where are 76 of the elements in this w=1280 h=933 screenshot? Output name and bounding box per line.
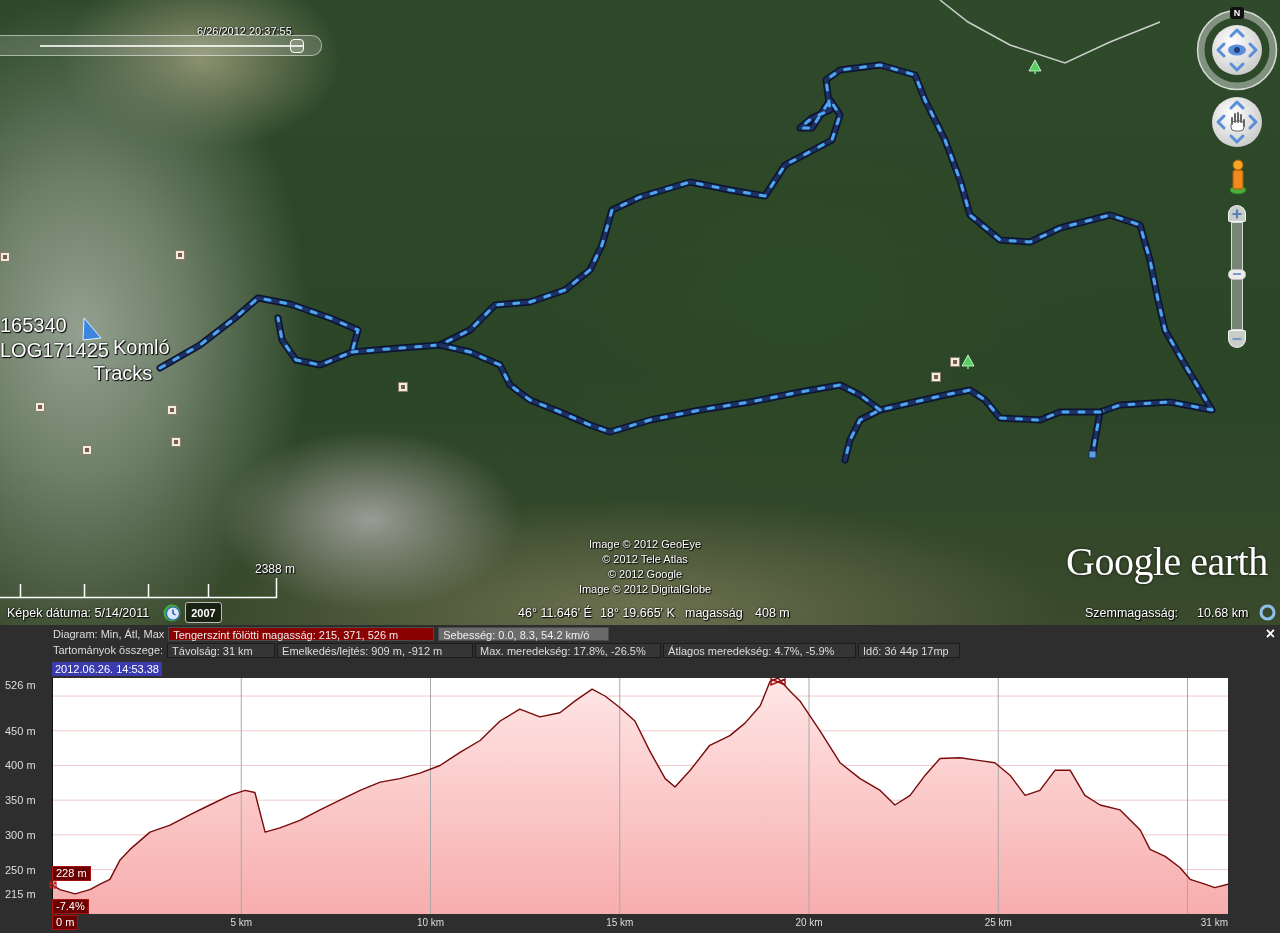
place-marker-icon bbox=[171, 437, 181, 447]
street-view-person-icon[interactable] bbox=[1229, 159, 1247, 195]
summary-value: Max. meredekség: 17.8%, -26.5% bbox=[475, 643, 662, 658]
place-marker-icon bbox=[931, 372, 941, 382]
zoom-out-button[interactable] bbox=[1228, 330, 1246, 348]
summary-value: Emelkedés/lejtés: 909 m, -912 m bbox=[277, 643, 474, 658]
summary-value: Idő: 3ó 44p 17mp bbox=[858, 643, 961, 658]
cursor-elevation-readout: 228 m bbox=[52, 866, 91, 881]
map-label: Komló bbox=[113, 336, 170, 358]
google-earth-logo: Google earth bbox=[1066, 540, 1268, 584]
cursor-timestamp: 2012.06.26. 14:53.38 bbox=[52, 662, 162, 676]
axis-label: 25 km bbox=[984, 916, 1012, 929]
map-label: 165340 bbox=[0, 314, 67, 336]
ring-icon bbox=[1259, 604, 1276, 621]
tree-icon bbox=[961, 354, 975, 369]
place-marker-icon bbox=[175, 250, 185, 260]
north-label: N bbox=[1230, 7, 1244, 19]
eye-altitude-value: 10.68 km bbox=[1197, 605, 1249, 621]
axis-label: 400 m bbox=[5, 758, 36, 773]
time-slider-track[interactable] bbox=[0, 35, 322, 56]
copyright-text: Image © 2012 DigitalGlobe bbox=[578, 582, 712, 597]
cursor-marker-icon bbox=[49, 880, 57, 889]
axis-label: 350 m bbox=[5, 793, 36, 808]
max-marker-icon bbox=[769, 678, 786, 686]
summary-value: Távolság: 31 km bbox=[167, 643, 276, 658]
place-marker-icon bbox=[0, 252, 10, 262]
historical-year-button[interactable]: 2007 bbox=[185, 602, 222, 623]
totals-label: Tartományok összege: bbox=[53, 643, 164, 658]
axis-label: 526 m bbox=[5, 678, 36, 692]
copyright-text: © 2012 Tele Atlas bbox=[602, 552, 688, 567]
copyright-text: © 2012 Google bbox=[607, 567, 683, 582]
cursor-slope-readout: -7.4% bbox=[52, 899, 89, 914]
copyright-text: Image © 2012 GeoEye bbox=[588, 537, 702, 552]
zoom-slider-thumb[interactable] bbox=[1228, 268, 1246, 280]
plus-icon bbox=[1232, 208, 1242, 219]
latitude-text: 46° 11.646' É bbox=[518, 605, 592, 621]
time-slider-thumb[interactable] bbox=[290, 39, 304, 53]
imagery-date-text: Képek dátuma: 5/14/2011 bbox=[7, 605, 150, 621]
axis-label: 20 km bbox=[795, 916, 823, 929]
minus-icon bbox=[1232, 337, 1242, 341]
clock-icon[interactable] bbox=[163, 604, 181, 622]
compass-ring-icon[interactable] bbox=[1196, 9, 1278, 91]
triangle-marker-icon bbox=[82, 317, 102, 341]
elevation-value: 408 m bbox=[755, 605, 790, 621]
zoom-slider-track[interactable] bbox=[1231, 222, 1243, 330]
axis-label: 450 m bbox=[5, 723, 36, 738]
track-end-marker-icon bbox=[1088, 450, 1097, 459]
map-label: LOG171425 bbox=[0, 339, 109, 361]
place-marker-icon bbox=[398, 382, 408, 392]
axis-label: 300 m bbox=[5, 827, 36, 842]
place-marker-icon bbox=[35, 402, 45, 412]
scale-label: 2388 m bbox=[255, 562, 296, 576]
axis-label: 31 km bbox=[1200, 916, 1228, 929]
metric-selector[interactable]: Sebesség: 0.0, 8.3, 54.2 km/ó bbox=[438, 627, 610, 641]
longitude-text: 18° 19.665' K bbox=[600, 605, 675, 621]
diagram-label: Diagram: Min, Átl, Max bbox=[53, 627, 165, 641]
map-label: Tracks bbox=[93, 362, 153, 384]
axis-label: 15 km bbox=[606, 916, 634, 929]
metric-selector[interactable]: Tengerszint fölötti magasság: 215, 371, 526 m bbox=[168, 627, 435, 641]
summary-value: Átlagos meredekség: 4.7%, -5.9% bbox=[663, 643, 857, 658]
eye-altitude-label: Szemmagasság: bbox=[1085, 605, 1179, 621]
move-joystick-icon[interactable] bbox=[1212, 97, 1262, 147]
axis-label: 10 km bbox=[416, 916, 445, 929]
place-marker-icon bbox=[950, 357, 960, 367]
axis-label: 5 km bbox=[230, 916, 253, 929]
zoom-in-button[interactable] bbox=[1228, 205, 1246, 222]
elevation-label: magasság bbox=[685, 605, 743, 621]
axis-label: 215 m bbox=[5, 886, 36, 901]
tree-icon bbox=[1028, 59, 1042, 74]
place-marker-icon bbox=[82, 445, 92, 455]
look-joystick-icon[interactable] bbox=[1212, 25, 1262, 75]
cursor-distance-readout: 0 m bbox=[52, 915, 79, 930]
time-slider-timestamp: 6/26/2012 20:37:55 bbox=[197, 25, 292, 37]
close-button[interactable]: × bbox=[1263, 626, 1277, 642]
place-marker-icon bbox=[167, 405, 177, 415]
axis-label: 250 m bbox=[5, 862, 36, 877]
